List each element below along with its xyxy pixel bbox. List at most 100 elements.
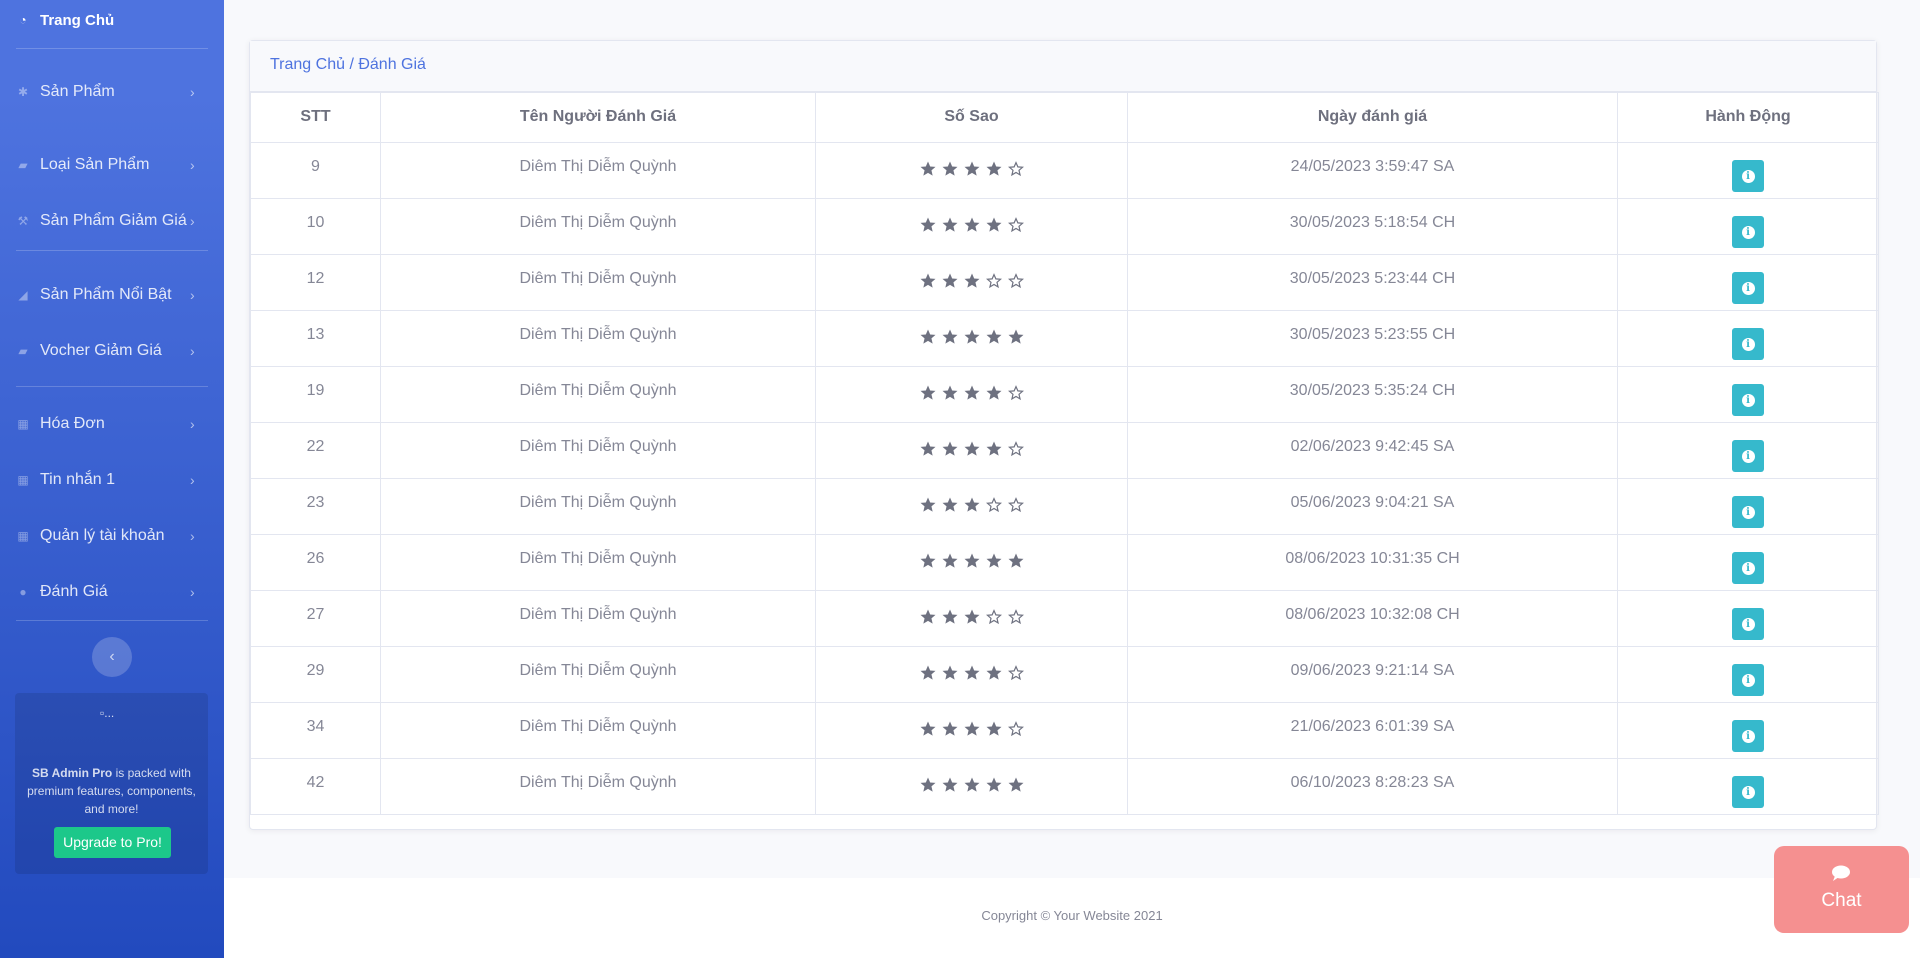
sidebar-divider	[16, 386, 208, 387]
footer: Copyright © Your Website 2021	[224, 878, 1920, 958]
sidebar-item-label: Đánh Giá	[40, 583, 108, 600]
cell-reviewer-name: Diêm Thị Diễm Quỳnh	[380, 142, 816, 199]
star-filled-icon	[985, 664, 1003, 682]
sidebar-item[interactable]: ⚒ Sản Phẩm Giảm Giá ›	[16, 201, 208, 241]
star-empty-icon	[1007, 720, 1025, 738]
table-row: 27 Diêm Thị Diễm Quỳnh 08/06/2023 10:32:08…	[250, 590, 1879, 647]
cell-action: i	[1617, 702, 1879, 759]
star-filled-icon	[963, 496, 981, 514]
cell-stars	[815, 366, 1128, 423]
promo-card: ▫... SB Admin Pro is packed with premium…	[15, 693, 208, 874]
star-rating	[919, 776, 1025, 794]
star-filled-icon	[963, 440, 981, 458]
promo-brand: SB Admin Pro	[32, 766, 113, 780]
copyright-text: Copyright © Your Website 2021	[981, 908, 1163, 923]
star-filled-icon	[985, 216, 1003, 234]
sidebar-item-label: Tin nhắn 1	[40, 471, 116, 488]
cell-stars	[815, 478, 1128, 535]
cell-reviewer-name: Diêm Thị Diễm Quỳnh	[380, 478, 816, 535]
star-filled-icon	[985, 440, 1003, 458]
sidebar-item[interactable]: ▰ Loại Sản Phẩm ›	[16, 145, 208, 185]
cell-date: 06/10/2023 8:28:23 SA	[1127, 758, 1618, 815]
star-filled-icon	[985, 328, 1003, 346]
star-filled-icon	[941, 160, 959, 178]
cell-reviewer-name: Diêm Thị Diễm Quỳnh	[380, 366, 816, 423]
table-row: 34 Diêm Thị Diễm Quỳnh 21/06/2023 6:01:39 …	[250, 702, 1879, 759]
cell-stars	[815, 758, 1128, 815]
star-filled-icon	[1007, 776, 1025, 794]
info-button[interactable]: i	[1732, 552, 1764, 584]
sidebar-item[interactable]: ● Đánh Giá ›	[16, 572, 208, 612]
sidebar-divider	[16, 250, 208, 251]
info-button[interactable]: i	[1732, 720, 1764, 752]
info-icon: i	[1741, 561, 1755, 575]
info-button[interactable]: i	[1732, 776, 1764, 808]
star-filled-icon	[941, 664, 959, 682]
cell-date: 08/06/2023 10:32:08 CH	[1127, 590, 1618, 647]
cell-stars	[815, 422, 1128, 479]
info-icon: i	[1741, 617, 1755, 631]
cell-stt: 29	[250, 646, 381, 703]
sidebar-item-label: Loại Sản Phẩm	[40, 156, 150, 173]
sidebar-item[interactable]: ▦ Quản lý tài khoản ›	[16, 516, 208, 556]
info-button[interactable]: i	[1732, 440, 1764, 472]
cell-stars	[815, 310, 1128, 367]
star-rating	[919, 384, 1025, 402]
info-button[interactable]: i	[1732, 328, 1764, 360]
column-header: Hành Động	[1617, 92, 1879, 143]
cell-stt: 12	[250, 254, 381, 311]
table-row: 42 Diêm Thị Diễm Quỳnh 06/10/2023 8:28:23 …	[250, 758, 1879, 815]
chat-button[interactable]: Chat	[1774, 846, 1909, 933]
sidebar-item-home[interactable]: ◔ Trang Chủ	[16, 0, 208, 40]
chevron-right-icon: ›	[190, 528, 195, 544]
cell-date: 30/05/2023 5:18:54 CH	[1127, 198, 1618, 255]
table-row: 23 Diêm Thị Diễm Quỳnh 05/06/2023 9:04:21 …	[250, 478, 1879, 535]
cell-stars	[815, 254, 1128, 311]
table-header-row: STT Tên Người Đánh Giá Số Sao Ngày đánh …	[250, 92, 1879, 143]
info-button[interactable]: i	[1732, 216, 1764, 248]
breadcrumb[interactable]: Trang Chủ / Đánh Giá	[250, 41, 1876, 92]
cell-action: i	[1617, 422, 1879, 479]
cell-action: i	[1617, 646, 1879, 703]
sidebar-item[interactable]: ◢ Sản Phẩm Nổi Bật ›	[16, 275, 208, 315]
star-empty-icon	[1007, 384, 1025, 402]
info-button[interactable]: i	[1732, 496, 1764, 528]
sidebar-item[interactable]: ▰ Vocher Giảm Giá ›	[16, 331, 208, 371]
info-icon: i	[1741, 673, 1755, 687]
cell-stt: 27	[250, 590, 381, 647]
tachometer-icon: ◔	[19, 13, 27, 27]
sidebar-item[interactable]: ✱ Sản Phẩm ›	[16, 72, 208, 112]
cell-action: i	[1617, 478, 1879, 535]
star-filled-icon	[963, 664, 981, 682]
star-filled-icon	[941, 216, 959, 234]
table-row: 12 Diêm Thị Diễm Quỳnh 30/05/2023 5:23:44 …	[250, 254, 1879, 311]
star-empty-icon	[1007, 496, 1025, 514]
star-filled-icon	[985, 384, 1003, 402]
star-rating	[919, 440, 1025, 458]
sidebar-toggle-button[interactable]: ‹	[92, 637, 132, 677]
info-button[interactable]: i	[1732, 272, 1764, 304]
cell-stars	[815, 534, 1128, 591]
info-button[interactable]: i	[1732, 384, 1764, 416]
sidebar-item[interactable]: ▦ Hóa Đơn ›	[16, 404, 208, 444]
sidebar-item-label: Trang Chủ	[40, 11, 115, 29]
chevron-left-icon: ‹	[109, 648, 115, 665]
comment-icon: ●	[19, 585, 27, 599]
info-button[interactable]: i	[1732, 160, 1764, 192]
table-icon: ▦	[17, 473, 29, 487]
cell-reviewer-name: Diêm Thị Diễm Quỳnh	[380, 534, 816, 591]
info-button[interactable]: i	[1732, 608, 1764, 640]
column-header: Ngày đánh giá	[1127, 92, 1618, 143]
sidebar-item[interactable]: ▦ Tin nhắn 1 ›	[16, 460, 208, 500]
star-empty-icon	[985, 496, 1003, 514]
folder-icon: ▰	[18, 344, 28, 358]
sidebar: ◔ Trang Chủ ✱ Sản Phẩm › ▰ Loại Sản Phẩm › ⚒ Sả…	[0, 0, 224, 958]
cell-action: i	[1617, 142, 1879, 199]
cell-stt: 34	[250, 702, 381, 759]
upgrade-button[interactable]: Upgrade to Pro!	[54, 827, 171, 858]
cell-stars	[815, 646, 1128, 703]
cell-action: i	[1617, 254, 1879, 311]
cell-date: 05/06/2023 9:04:21 SA	[1127, 478, 1618, 535]
star-filled-icon	[941, 272, 959, 290]
info-button[interactable]: i	[1732, 664, 1764, 696]
